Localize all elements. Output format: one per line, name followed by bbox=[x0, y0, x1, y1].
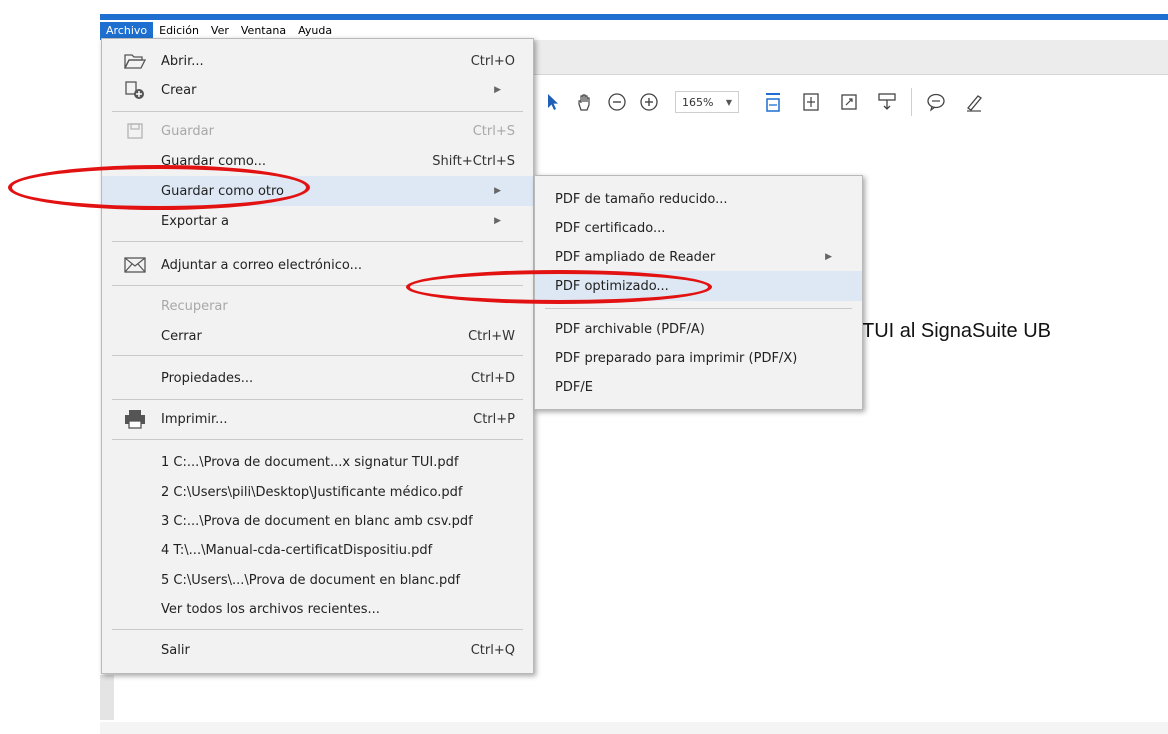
menu-item-save[interactable]: Guardar Ctrl+S bbox=[102, 116, 533, 146]
recent-file-item[interactable]: 3 C:...\Prova de document en blanc amb c… bbox=[102, 506, 533, 536]
menu-separator bbox=[545, 308, 852, 309]
menu-item-label: Imprimir... bbox=[161, 411, 228, 427]
submenu-item-archivable[interactable]: PDF archivable (PDF/A) bbox=[535, 314, 862, 344]
hand-icon[interactable] bbox=[573, 90, 597, 114]
menu-item-label: Cerrar bbox=[161, 328, 202, 344]
submenu-item-label: PDF archivable (PDF/A) bbox=[555, 321, 705, 337]
menu-item-label: Propiedades... bbox=[161, 370, 254, 386]
recent-file-label: 4 T:\...\Manual-cda-certificatDispositiu… bbox=[161, 542, 433, 558]
submenu-arrow-icon: ▶ bbox=[494, 216, 501, 226]
submenu-arrow-icon: ▶ bbox=[825, 252, 832, 262]
menu-item-open[interactable]: Abrir... Ctrl+O bbox=[102, 46, 533, 76]
recent-file-item[interactable]: 5 C:\Users\...\Prova de document en blan… bbox=[102, 565, 533, 595]
recent-file-label: 5 C:\Users\...\Prova de document en blan… bbox=[161, 572, 461, 588]
recent-file-item[interactable]: 2 C:\Users\pili\Desktop\Justificante méd… bbox=[102, 477, 533, 507]
save-disk-icon bbox=[124, 120, 146, 142]
comment-icon[interactable] bbox=[924, 90, 948, 114]
menu-item-exit[interactable]: Salir Ctrl+Q bbox=[102, 635, 533, 665]
submenu-item-pdf-e[interactable]: PDF/E bbox=[535, 372, 862, 402]
menu-separator bbox=[112, 111, 523, 112]
submenu-item-certified[interactable]: PDF certificado... bbox=[535, 213, 862, 243]
menu-item-label: Adjuntar a correo electrónico... bbox=[161, 257, 362, 273]
menu-separator bbox=[112, 241, 523, 242]
tab-strip bbox=[533, 40, 1168, 75]
menu-item-create[interactable]: Crear ▶ bbox=[102, 75, 533, 105]
menu-item-close[interactable]: Cerrar Ctrl+W bbox=[102, 321, 533, 351]
select-arrow-icon[interactable] bbox=[541, 90, 565, 114]
menu-item-label: Salir bbox=[161, 642, 190, 658]
submenu-item-label: PDF de tamaño reducido... bbox=[555, 191, 728, 207]
chevron-down-icon: ▼ bbox=[725, 97, 732, 107]
create-document-icon bbox=[124, 79, 146, 101]
submenu-item-label: PDF preparado para imprimir (PDF/X) bbox=[555, 350, 798, 366]
fit-width-icon[interactable] bbox=[761, 90, 785, 114]
shortcut-text: Shift+Ctrl+S bbox=[432, 153, 515, 169]
main-toolbar: 165% ▼ bbox=[533, 75, 1168, 129]
menu-item-view-all-recent[interactable]: Ver todos los archivos recientes... bbox=[102, 594, 533, 624]
shortcut-text: Ctrl+D bbox=[470, 370, 515, 386]
submenu-item-reader-extended[interactable]: PDF ampliado de Reader ▶ bbox=[535, 242, 862, 272]
fullscreen-icon[interactable] bbox=[837, 90, 861, 114]
background-left-margin bbox=[0, 0, 100, 734]
document-text: TUI al SignaSuite UB bbox=[862, 320, 1051, 342]
submenu-arrow-icon: ▶ bbox=[494, 85, 501, 95]
menu-item-print[interactable]: Imprimir... Ctrl+P bbox=[102, 404, 533, 434]
scroll-mode-icon[interactable] bbox=[875, 90, 899, 114]
zoom-out-icon[interactable] bbox=[605, 90, 629, 114]
printer-icon bbox=[124, 408, 146, 430]
shortcut-text: Ctrl+Q bbox=[470, 642, 515, 658]
folder-open-icon bbox=[124, 50, 146, 72]
menu-item-label: Recuperar bbox=[161, 298, 228, 314]
menu-item-label: Crear bbox=[161, 82, 197, 98]
highlight-ellipse-save-as-other bbox=[8, 165, 310, 210]
shortcut-text: Ctrl+S bbox=[472, 123, 515, 139]
zoom-select[interactable]: 165% ▼ bbox=[675, 91, 739, 113]
menu-item-properties[interactable]: Propiedades... Ctrl+D bbox=[102, 363, 533, 393]
recent-file-item[interactable]: 4 T:\...\Manual-cda-certificatDispositiu… bbox=[102, 535, 533, 565]
zoom-value: 165% bbox=[682, 95, 714, 109]
submenu-arrow-icon: ▶ bbox=[494, 186, 501, 196]
recent-file-label: 2 C:\Users\pili\Desktop\Justificante méd… bbox=[161, 484, 463, 500]
menu-item-label: Exportar a bbox=[161, 213, 229, 229]
recent-file-label: 1 C:...\Prova de document...x signatur T… bbox=[161, 454, 459, 470]
zoom-in-icon[interactable] bbox=[637, 90, 661, 114]
recent-file-item[interactable]: 1 C:...\Prova de document...x signatur T… bbox=[102, 447, 533, 477]
submenu-item-label: PDF ampliado de Reader bbox=[555, 249, 716, 265]
shortcut-text: Ctrl+O bbox=[470, 53, 515, 69]
shortcut-text: Ctrl+P bbox=[473, 411, 515, 427]
submenu-item-reduced-size[interactable]: PDF de tamaño reducido... bbox=[535, 184, 862, 214]
envelope-icon bbox=[124, 254, 146, 276]
menu-item-label: Abrir... bbox=[161, 53, 204, 69]
recent-file-label: 3 C:...\Prova de document en blanc amb c… bbox=[161, 513, 473, 529]
menu-item-export[interactable]: Exportar a ▶ bbox=[102, 206, 533, 236]
menu-separator bbox=[112, 629, 523, 630]
shortcut-text: Ctrl+W bbox=[468, 328, 515, 344]
bottom-toolbar bbox=[100, 722, 1168, 734]
submenu-item-label: PDF/E bbox=[555, 379, 593, 395]
menu-item-label: Guardar bbox=[161, 123, 214, 139]
highlight-ellipse-pdf-optimized bbox=[406, 270, 712, 304]
file-menu: Abrir... Ctrl+O Crear ▶ Guardar Ctrl+S G… bbox=[101, 38, 534, 674]
highlight-pen-icon[interactable] bbox=[962, 90, 986, 114]
menu-separator bbox=[112, 399, 523, 400]
fit-page-icon[interactable] bbox=[799, 90, 823, 114]
menu-separator bbox=[112, 439, 523, 440]
submenu-item-print-ready[interactable]: PDF preparado para imprimir (PDF/X) bbox=[535, 343, 862, 373]
left-panel-edge bbox=[100, 675, 114, 720]
menu-separator bbox=[112, 355, 523, 356]
toolbar-divider bbox=[911, 88, 912, 116]
submenu-item-label: PDF certificado... bbox=[555, 220, 666, 236]
menu-item-label: Ver todos los archivos recientes... bbox=[161, 601, 380, 617]
